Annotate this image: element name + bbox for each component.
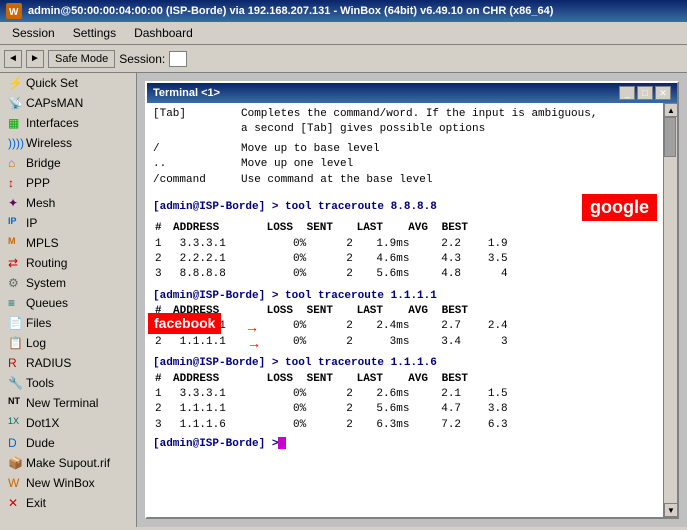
sidebar-item-system[interactable]: ⚙ System	[0, 273, 136, 293]
interfaces-icon: ▦	[8, 116, 22, 130]
sidebar-item-mpls[interactable]: M MPLS	[0, 233, 136, 253]
sidebar-item-capsman[interactable]: 📡 CAPsMAN	[0, 93, 136, 113]
sidebar-item-new-terminal[interactable]: NT New Terminal	[0, 393, 136, 413]
scroll-down-button[interactable]: ▼	[664, 503, 677, 517]
terminal-scrollbar[interactable]: ▲ ▼	[663, 103, 677, 517]
mpls-icon: M	[8, 236, 22, 250]
dude-icon: D	[8, 436, 22, 450]
sidebar-item-make-supout[interactable]: 📦 Make Supout.rif	[0, 453, 136, 473]
system-icon: ⚙	[8, 276, 22, 290]
help-command-line: /command Use command at the base level	[153, 173, 657, 188]
trace1-prompt: [admin@ISP-Borde] > tool traceroute 8.8.…	[153, 194, 657, 221]
trace1-row3: 3 8.8.8.8 0% 2 5.6ms 4.8 4	[153, 267, 657, 282]
new-winbox-icon: W	[8, 476, 22, 490]
trace3-row2: 2 1.1.1.1 0% 2 5.6ms 4.7 3.8	[153, 402, 657, 417]
sidebar-item-dude[interactable]: D Dude	[0, 433, 136, 453]
title-bar-text: admin@50:00:00:04:00:00 (ISP-Borde) via …	[28, 5, 681, 17]
trace1-row2: 2 2.2.2.1 0% 2 4.6ms 4.3 3.5	[153, 252, 657, 267]
wireless-icon: ))))	[8, 136, 22, 150]
scroll-up-button[interactable]: ▲	[664, 103, 677, 117]
terminal-body[interactable]: [Tab] Completes the command/word. If the…	[147, 103, 663, 517]
help-slash-line: / Move up to base level	[153, 142, 657, 157]
sidebar-item-quickset[interactable]: ⚡ Quick Set	[0, 73, 136, 93]
trace3-row1: 1 3.3.3.1 0% 2 2.6ms 2.1 1.5	[153, 387, 657, 402]
main-layout: ⚡ Quick Set 📡 CAPsMAN ▦ Interfaces )))) …	[0, 73, 687, 527]
ip-icon: IP	[8, 216, 22, 230]
capsman-icon: 📡	[8, 96, 22, 110]
sidebar-item-routing[interactable]: ⇄ Routing	[0, 253, 136, 273]
sidebar-item-files[interactable]: 📄 Files	[0, 313, 136, 333]
sidebar-item-bridge[interactable]: ⌂ Bridge	[0, 153, 136, 173]
help-dotdot-line: .. Move up one level	[153, 157, 657, 172]
sidebar-item-new-winbox[interactable]: W New WinBox	[0, 473, 136, 493]
trace1-header: # ADDRESS LOSS SENT LAST AVG BEST	[153, 221, 657, 236]
terminal-window: Terminal <1> _ □ ✕ [Tab] Completes the c…	[145, 81, 679, 519]
dot1x-icon: 1X	[8, 416, 22, 430]
trace3-row3: 3 1.1.1.6 0% 2 6.3ms 7.2 6.3	[153, 418, 657, 433]
sidebar-item-ip[interactable]: IP IP	[0, 213, 136, 233]
title-bar: W admin@50:00:00:04:00:00 (ISP-Borde) vi…	[0, 0, 687, 22]
menu-settings[interactable]: Settings	[65, 24, 124, 42]
make-supout-icon: 📦	[8, 456, 22, 470]
terminal-titlebar: Terminal <1> _ □ ✕	[147, 83, 677, 103]
sidebar-item-dot1x[interactable]: 1X Dot1X	[0, 413, 136, 433]
safe-mode-button[interactable]: Safe Mode	[48, 50, 115, 68]
terminal-controls: _ □ ✕	[619, 86, 671, 100]
sidebar-item-mesh[interactable]: ✦ Mesh	[0, 193, 136, 213]
ppp-icon: ↕	[8, 176, 22, 190]
terminal-minimize-button[interactable]: _	[619, 86, 635, 100]
files-icon: 📄	[8, 316, 22, 330]
trace2-prompt: [admin@ISP-Borde] > tool traceroute 1.1.…	[153, 289, 657, 304]
log-icon: 📋	[8, 336, 22, 350]
app-icon: W	[6, 3, 22, 19]
trace1-row1: 1 3.3.3.1 0% 2 1.9ms 2.2 1.9	[153, 237, 657, 252]
bridge-icon: ⌂	[8, 156, 22, 170]
help-tab-line: [Tab] Completes the command/word. If the…	[153, 107, 657, 122]
terminal-title: Terminal <1>	[153, 87, 220, 99]
facebook-label: facebook	[148, 313, 221, 335]
trace3-header: # ADDRESS LOSS SENT LAST AVG BEST	[153, 372, 657, 387]
content-area: Terminal <1> _ □ ✕ [Tab] Completes the c…	[137, 73, 687, 527]
exit-icon: ✕	[8, 496, 22, 510]
menu-session[interactable]: Session	[4, 24, 63, 42]
new-terminal-icon: NT	[8, 396, 22, 410]
svg-text:W: W	[9, 7, 19, 18]
sidebar: ⚡ Quick Set 📡 CAPsMAN ▦ Interfaces )))) …	[0, 73, 137, 527]
tools-icon: 🔧	[8, 376, 22, 390]
terminal-close-button[interactable]: ✕	[655, 86, 671, 100]
session-label: Session:	[119, 52, 165, 66]
terminal-maximize-button[interactable]: □	[637, 86, 653, 100]
sidebar-item-log[interactable]: 📋 Log	[0, 333, 136, 353]
trace2-row2-with-label: 2 1.1.1.1 0% 2 3ms 3.4 3 → facebook	[153, 335, 657, 350]
routing-icon: ⇄	[8, 256, 22, 270]
forward-button[interactable]: ►	[26, 50, 44, 68]
quickset-icon: ⚡	[8, 76, 22, 90]
sidebar-item-exit[interactable]: ✕ Exit	[0, 493, 136, 513]
trace2-row1: 1 3.3.3.1 0% 2 2.4ms 2.7 2.4 →	[153, 319, 657, 334]
scroll-thumb[interactable]	[664, 117, 676, 157]
mesh-icon: ✦	[8, 196, 22, 210]
menu-dashboard[interactable]: Dashboard	[126, 24, 201, 42]
sidebar-item-tools[interactable]: 🔧 Tools	[0, 373, 136, 393]
trace3-prompt: [admin@ISP-Borde] > tool traceroute 1.1.…	[153, 356, 657, 371]
sidebar-item-ppp[interactable]: ↕ PPP	[0, 173, 136, 193]
sidebar-item-radius[interactable]: R RADIUS	[0, 353, 136, 373]
final-prompt-line: [admin@ISP-Borde] >	[153, 437, 657, 452]
sidebar-item-interfaces[interactable]: ▦ Interfaces	[0, 113, 136, 133]
session-input[interactable]	[169, 51, 187, 67]
radius-icon: R	[8, 356, 22, 370]
trace2-header: # ADDRESS LOSS SENT LAST AVG BEST	[153, 304, 657, 319]
cursor	[278, 437, 286, 449]
toolbar: ◄ ► Safe Mode Session:	[0, 45, 687, 73]
scroll-track[interactable]	[664, 117, 677, 503]
help-tab-line2: a second [Tab] gives possible options	[153, 122, 657, 137]
menu-bar: Session Settings Dashboard	[0, 22, 687, 45]
sidebar-item-wireless[interactable]: )))) Wireless	[0, 133, 136, 153]
queues-icon: ≡	[8, 296, 22, 310]
sidebar-item-queues[interactable]: ≡ Queues	[0, 293, 136, 313]
back-button[interactable]: ◄	[4, 50, 22, 68]
